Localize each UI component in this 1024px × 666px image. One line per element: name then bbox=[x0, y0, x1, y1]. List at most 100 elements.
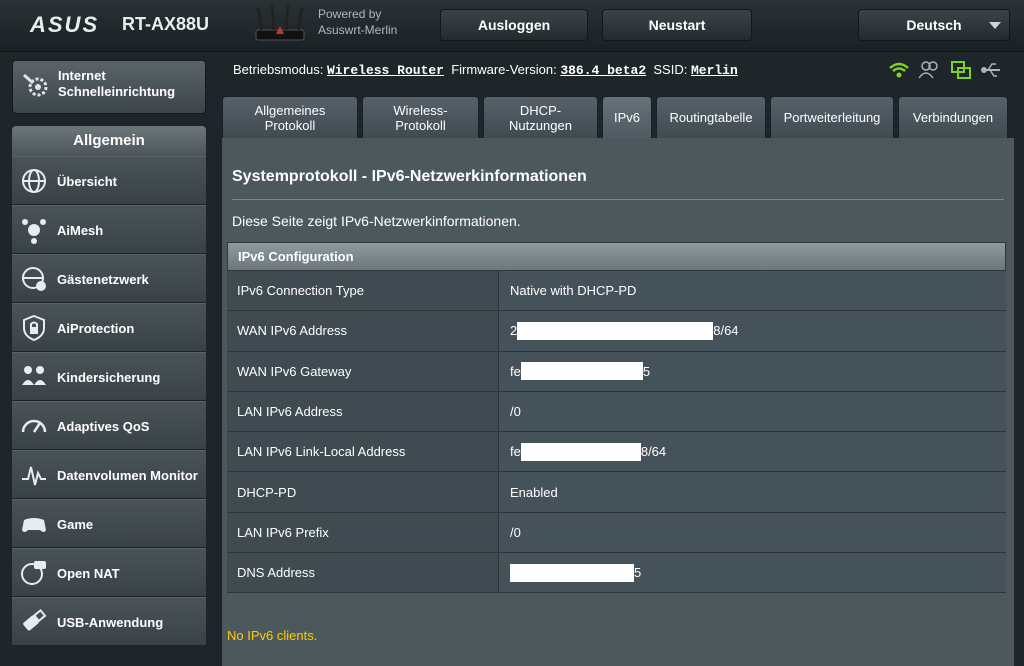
sidebar-item-usb-application[interactable]: USB-Anwendung bbox=[12, 597, 206, 646]
ipv6-config-table: IPv6 Configuration IPv6 Connection Type … bbox=[227, 242, 1006, 594]
row-value: /0 bbox=[499, 512, 1006, 553]
sidebar-item-aimesh[interactable]: AiMesh bbox=[12, 205, 206, 254]
row-value: 5 bbox=[499, 553, 1006, 593]
top-header: ASUS RT-AX88U Powered by Asuswrt-Merlin … bbox=[0, 0, 1024, 52]
sidebar-item-adaptive-qos[interactable]: Adaptives QoS bbox=[12, 401, 206, 450]
sidebar-item-traffic-monitor[interactable]: Datenvolumen Monitor bbox=[12, 450, 206, 499]
row-value-text: Enabled bbox=[510, 484, 558, 500]
row-key: LAN IPv6 Address bbox=[227, 391, 499, 432]
logout-button[interactable]: Ausloggen bbox=[440, 9, 588, 41]
quick-setup-line2: Schnelleinrichtung bbox=[58, 84, 176, 99]
row-value-prefix: 2 bbox=[510, 323, 518, 339]
tab-label: Portweiterleitung bbox=[783, 110, 881, 125]
open-nat-icon bbox=[21, 561, 46, 585]
chevron-down-icon bbox=[989, 22, 1001, 29]
wand-gear-icon bbox=[23, 73, 48, 97]
sidebar-item-overview[interactable]: Übersicht bbox=[12, 156, 206, 205]
quick-setup-line1: Internet bbox=[58, 68, 106, 83]
sidebar-item-label: Datenvolumen Monitor bbox=[57, 468, 198, 483]
usb-status-icon[interactable] bbox=[980, 60, 1002, 80]
row-value-prefix: fe bbox=[510, 363, 521, 379]
language-value: Deutsch bbox=[906, 17, 962, 33]
table-row: WAN IPv6 Gateway fe 5 bbox=[227, 351, 1006, 392]
sidebar-item-label: AiMesh bbox=[57, 223, 104, 238]
sidebar-item-label: Game bbox=[57, 517, 94, 532]
table-row: WAN IPv6 Address 2 8/64 bbox=[227, 311, 1006, 352]
network-icon[interactable] bbox=[950, 60, 972, 80]
table-row: LAN IPv6 Address /0 bbox=[227, 391, 1006, 433]
sidebar-item-label: Open NAT bbox=[57, 566, 120, 581]
tab-connections[interactable]: Verbindungen bbox=[898, 96, 1008, 138]
router-model: RT-AX88U bbox=[122, 14, 210, 34]
sidebar-item-game[interactable]: Game bbox=[12, 499, 206, 548]
users-icon[interactable] bbox=[918, 60, 940, 80]
row-value: fe 8/64 bbox=[499, 432, 1006, 472]
sidebar-item-open-nat[interactable]: Open NAT bbox=[12, 548, 206, 597]
mesh-icon bbox=[22, 219, 46, 244]
powered-by-text: Powered by Asuswrt-Merlin bbox=[318, 6, 397, 38]
guest-network-icon bbox=[22, 267, 46, 291]
row-value: 2 8/64 bbox=[499, 311, 1006, 351]
firmware-link[interactable]: 386.4_beta2 bbox=[560, 63, 646, 78]
table-row: IPv6 Connection Type Native with DHCP-PD bbox=[227, 271, 1006, 312]
globe-icon bbox=[22, 169, 46, 193]
tab-label: Verbindungen bbox=[912, 110, 994, 125]
sidebar-item-parental-control[interactable]: Kindersicherung bbox=[12, 352, 206, 401]
row-key: LAN IPv6 Link-Local Address bbox=[227, 432, 499, 472]
usb-icon bbox=[23, 608, 47, 631]
table-row: DHCP-PD Enabled bbox=[227, 472, 1006, 513]
powered-by-line2: Asuswrt-Merlin bbox=[318, 23, 398, 37]
tab-wireless-log[interactable]: Wireless-Protokoll bbox=[362, 96, 479, 138]
row-value-suffix: 5 bbox=[634, 565, 642, 581]
row-key: WAN IPv6 Address bbox=[227, 311, 499, 351]
tab-label: Wireless-Protokoll bbox=[393, 102, 448, 133]
sidebar-item-label: Adaptives QoS bbox=[57, 419, 150, 434]
tab-label: DHCP-Nutzungen bbox=[509, 102, 572, 133]
redaction-block bbox=[517, 321, 714, 340]
tab-routing-table[interactable]: Routingtabelle bbox=[656, 96, 766, 138]
redaction-block bbox=[520, 362, 643, 381]
table-row: DNS Address 5 bbox=[227, 553, 1006, 594]
asus-logo: ASUS bbox=[30, 12, 100, 37]
speedometer-icon bbox=[21, 419, 47, 433]
tab-ipv6[interactable]: IPv6 bbox=[602, 96, 652, 138]
tab-port-forwarding[interactable]: Portweiterleitung bbox=[770, 96, 894, 138]
language-select[interactable]: Deutsch bbox=[858, 9, 1010, 41]
row-key: IPv6 Connection Type bbox=[227, 271, 499, 311]
page-title: Systemprotokoll - IPv6-Netzwerkinformati… bbox=[232, 168, 587, 185]
tab-label: Routingtabelle bbox=[669, 110, 753, 125]
row-value-text: Native with DHCP-PD bbox=[510, 283, 637, 299]
tab-label: Allgemeines Protokoll bbox=[254, 102, 326, 133]
status-icons bbox=[888, 58, 1008, 82]
sidebar-item-aiprotection[interactable]: AiProtection bbox=[12, 303, 206, 352]
restart-button[interactable]: Neustart bbox=[602, 9, 752, 41]
router-icon bbox=[255, 5, 305, 41]
operation-mode-link[interactable]: Wireless Router bbox=[327, 63, 444, 78]
wifi-icon[interactable] bbox=[888, 60, 910, 80]
traffic-monitor-icon bbox=[22, 466, 46, 486]
tab-dhcp-leases[interactable]: DHCP-Nutzungen bbox=[483, 96, 598, 138]
shield-lock-icon bbox=[23, 314, 45, 342]
tab-general-log[interactable]: Allgemeines Protokoll bbox=[222, 96, 358, 138]
row-value: fe 5 bbox=[499, 351, 1006, 391]
sidebar-item-label: AiProtection bbox=[57, 321, 135, 336]
title-divider bbox=[232, 199, 1004, 200]
row-value: Enabled bbox=[499, 472, 1006, 512]
status-line: Betriebsmodus: Wireless Router Firmware-… bbox=[233, 62, 738, 78]
row-key: DHCP-PD bbox=[227, 472, 499, 512]
row-key: LAN IPv6 Prefix bbox=[227, 512, 499, 553]
row-value-text: /0 bbox=[510, 404, 521, 420]
gamepad-icon bbox=[22, 518, 46, 532]
sidebar-item-label: Gästenetzwerk bbox=[57, 272, 149, 287]
row-value: Native with DHCP-PD bbox=[499, 271, 1006, 311]
row-value-suffix: 8/64 bbox=[713, 323, 739, 339]
firmware-label: Firmware-Version: bbox=[451, 62, 557, 77]
row-key: DNS Address bbox=[227, 553, 499, 593]
operation-mode-label: Betriebsmodus: bbox=[233, 62, 324, 77]
row-value-text: /0 bbox=[510, 524, 521, 540]
row-key: WAN IPv6 Gateway bbox=[227, 351, 499, 391]
ssid-link[interactable]: Merlin bbox=[691, 63, 738, 78]
table-row: LAN IPv6 Link-Local Address fe 8/64 bbox=[227, 432, 1006, 473]
quick-internet-setup-button[interactable]: Internet Schnelleinrichtung bbox=[12, 60, 206, 114]
sidebar-item-guest-network[interactable]: Gästenetzwerk bbox=[12, 254, 206, 303]
